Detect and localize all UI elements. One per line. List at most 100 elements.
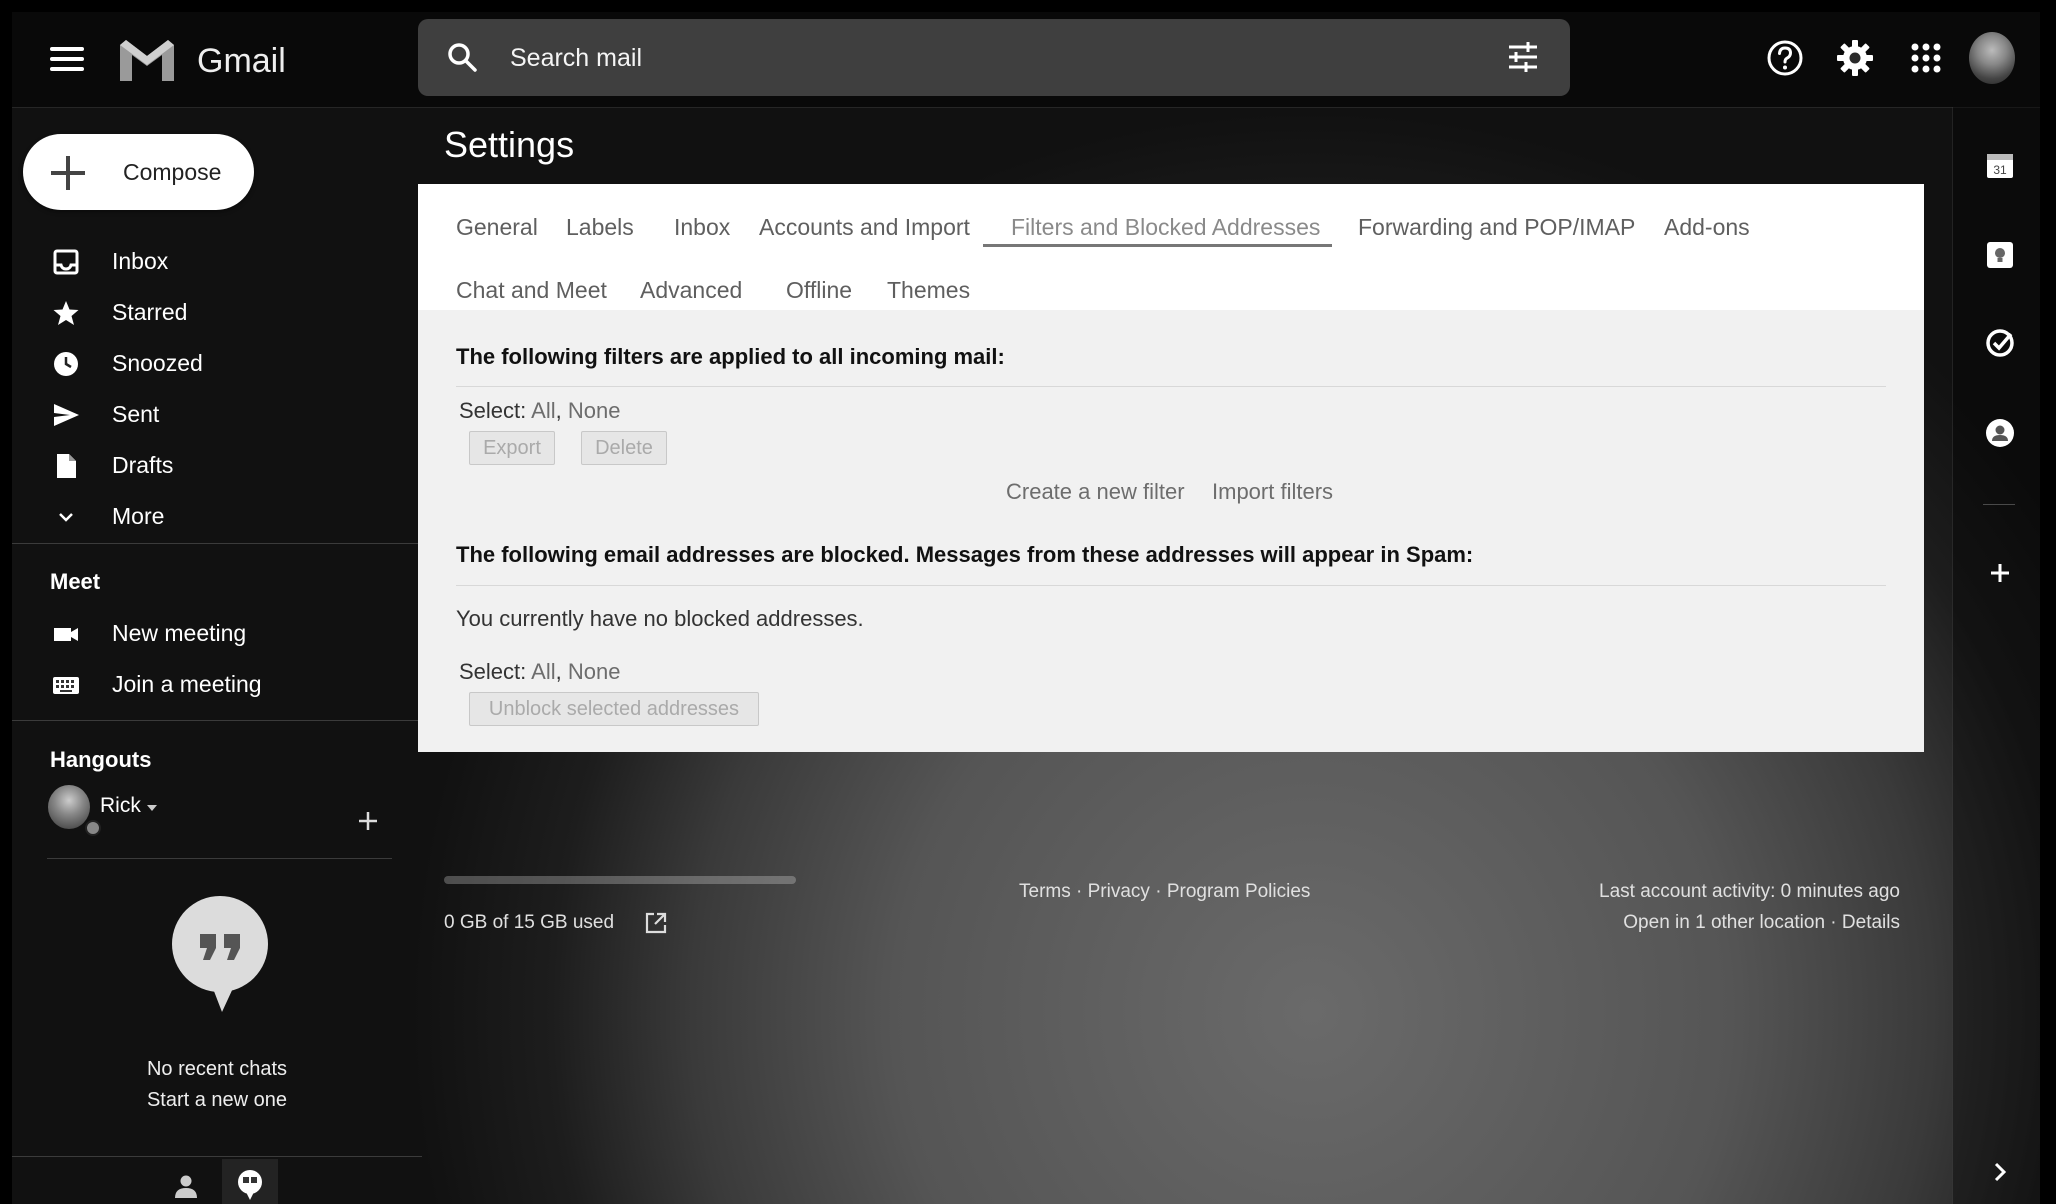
hangouts-user-avatar[interactable] — [48, 785, 90, 829]
chat-tab[interactable] — [222, 1159, 278, 1204]
calendar-icon[interactable]: 31 — [1985, 150, 2015, 180]
hangouts-user-name[interactable]: Rick — [100, 794, 141, 818]
nav-item-more[interactable]: More — [12, 493, 422, 541]
tab-inbox[interactable]: Inbox — [674, 214, 730, 241]
import-filters-link[interactable]: Import filters — [1212, 479, 1333, 505]
tab-advanced[interactable]: Advanced — [640, 277, 742, 304]
nav-item-label: Drafts — [112, 452, 174, 478]
search-options-icon[interactable] — [1506, 41, 1540, 73]
tab-labels[interactable]: Labels — [566, 214, 634, 241]
select-label: Select: — [459, 398, 527, 423]
hangouts-section-title: Hangouts — [50, 747, 152, 772]
last-activity-text: Last account activity: 0 minutes ago — [1599, 881, 1900, 902]
storage-usage-text: 0 GB of 15 GB used — [444, 912, 615, 933]
footer-links: Terms · Privacy · Program Policies — [1019, 881, 1311, 902]
contacts-person-icon[interactable] — [172, 1172, 200, 1200]
meet-divider — [12, 720, 422, 721]
unblock-selected-button[interactable]: Unblock selected addresses — [469, 692, 759, 726]
settings-tabs: General Labels Inbox Accounts and Import… — [418, 184, 1924, 310]
keyboard-icon — [53, 677, 79, 694]
join-meeting-label: Join a meeting — [112, 671, 262, 697]
start-new-chat-link[interactable]: Start a new one — [12, 1089, 422, 1112]
add-addon-icon[interactable] — [1985, 558, 2015, 588]
other-location-text: Open in 1 other location — [1623, 912, 1826, 933]
settings-gear-icon[interactable] — [1834, 37, 1876, 79]
new-chat-plus-icon[interactable] — [356, 809, 380, 833]
gmail-logo-icon[interactable] — [118, 37, 176, 83]
select-none-link[interactable]: None — [568, 659, 621, 684]
tab-offline[interactable]: Offline — [786, 277, 852, 304]
nav-item-label: Starred — [112, 299, 188, 325]
open-external-icon[interactable] — [644, 911, 668, 935]
tab-forwarding-pop-imap[interactable]: Forwarding and POP/IMAP — [1358, 214, 1635, 241]
no-blocked-text: You currently have no blocked addresses. — [456, 606, 864, 631]
nav-item-inbox[interactable]: Inbox — [12, 238, 422, 286]
tab-accounts-and-import[interactable]: Accounts and Import — [759, 214, 970, 241]
bottom-divider — [12, 1156, 422, 1157]
nav-item-drafts[interactable]: Drafts — [12, 442, 422, 490]
contacts-icon[interactable] — [1985, 418, 2015, 448]
new-meeting-label: New meeting — [112, 620, 247, 646]
nav-item-sent[interactable]: Sent — [12, 391, 422, 439]
nav-item-snoozed[interactable]: Snoozed — [12, 340, 422, 388]
select-all-link[interactable]: All — [531, 659, 555, 684]
settings-panel: General Labels Inbox Accounts and Import… — [418, 184, 1924, 752]
gmail-wordmark[interactable]: Gmail — [197, 42, 286, 81]
tasks-icon[interactable] — [1985, 328, 2015, 358]
main-menu-icon[interactable] — [50, 42, 84, 76]
page-title: Settings — [444, 124, 575, 165]
filters-divider — [456, 386, 1886, 387]
search-input[interactable] — [508, 37, 1412, 79]
tab-themes[interactable]: Themes — [887, 277, 970, 304]
nav-item-label: More — [112, 503, 165, 529]
account-avatar[interactable] — [1969, 32, 2015, 84]
export-button[interactable]: Export — [469, 431, 555, 465]
tab-filters-and-blocked-addresses[interactable]: Filters and Blocked Addresses — [1011, 214, 1320, 241]
chevron-down-icon — [59, 513, 73, 522]
blocked-heading: The following email addresses are blocke… — [456, 542, 1474, 567]
storage-usage-bar — [444, 876, 796, 884]
clock-icon — [54, 352, 78, 376]
meet-section-title: Meet — [50, 569, 101, 594]
hangouts-bubble-icon — [172, 896, 268, 1012]
filters-content: The following filters are applied to all… — [418, 310, 1924, 752]
select-none-link[interactable]: None — [568, 398, 621, 423]
filters-select-row: Select: All, None — [459, 398, 621, 423]
user-dropdown-arrow-icon[interactable] — [145, 803, 159, 813]
filters-heading: The following filters are applied to all… — [456, 344, 1005, 369]
details-link[interactable]: Details — [1842, 912, 1900, 933]
help-icon[interactable] — [1764, 37, 1806, 79]
terms-link[interactable]: Terms — [1019, 881, 1071, 902]
apps-grid-icon[interactable] — [1905, 37, 1947, 79]
svg-text:31: 31 — [1993, 163, 2007, 177]
search-icon[interactable] — [446, 41, 478, 73]
join-meeting-item[interactable]: Join a meeting — [12, 661, 422, 709]
side-panel-rail: 31 — [1952, 107, 2040, 1204]
tab-chat-and-meet[interactable]: Chat and Meet — [456, 277, 607, 304]
presence-status-dot — [85, 820, 101, 836]
rail-divider — [1983, 504, 2015, 505]
nav-item-label: Sent — [112, 401, 160, 427]
nav-item-starred[interactable]: Starred — [12, 289, 422, 337]
tab-general[interactable]: General — [456, 214, 538, 241]
activity-location-row: Open in 1 other location · Details — [1623, 912, 1900, 933]
keep-icon[interactable] — [1985, 240, 2015, 270]
delete-button[interactable]: Delete — [581, 431, 667, 465]
compose-button[interactable]: Compose — [23, 134, 254, 210]
no-recent-chats-text: No recent chats — [146, 1058, 288, 1080]
privacy-link[interactable]: Privacy — [1088, 881, 1150, 902]
new-meeting-item[interactable]: New meeting — [12, 610, 422, 658]
tab-add-ons[interactable]: Add-ons — [1664, 214, 1750, 241]
select-label: Select: — [459, 659, 527, 684]
star-icon — [53, 301, 79, 325]
nav-item-label: Snoozed — [112, 350, 203, 376]
search-bar[interactable] — [418, 19, 1570, 96]
active-tab-indicator — [983, 244, 1332, 247]
send-icon — [54, 404, 79, 426]
create-filter-link[interactable]: Create a new filter — [1006, 479, 1185, 505]
expand-panel-chevron-icon[interactable] — [1985, 1157, 2015, 1187]
gmail-window: Gmail Search mail Compose Inbox Starred … — [12, 12, 2040, 1204]
hangouts-chat-icon — [238, 1170, 262, 1200]
select-all-link[interactable]: All — [531, 398, 555, 423]
program-policies-link[interactable]: Program Policies — [1167, 881, 1311, 902]
